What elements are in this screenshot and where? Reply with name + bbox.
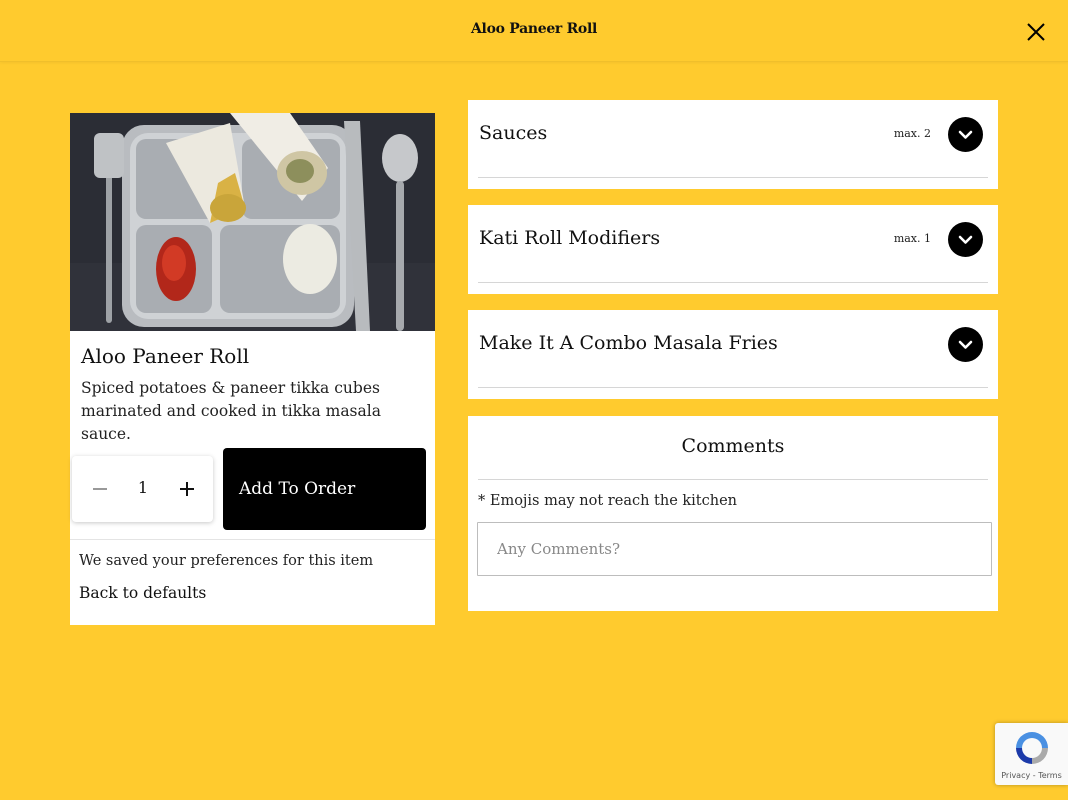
chevron-down-icon[interactable] xyxy=(948,327,983,362)
divider xyxy=(478,387,988,388)
modifier-max: max. 1 xyxy=(893,232,931,245)
modifier-title: Make It A Combo Masala Fries xyxy=(479,332,778,354)
top-bar: Aloo Paneer Roll xyxy=(0,0,1068,62)
modifier-max: max. 2 xyxy=(893,127,931,140)
recaptcha-icon xyxy=(1013,729,1051,767)
item-card: Aloo Paneer Roll Spiced potatoes & panee… xyxy=(70,113,435,625)
recaptcha-links[interactable]: Privacy - Terms xyxy=(995,771,1068,780)
modifier-combo-fries[interactable]: Make It A Combo Masala Fries xyxy=(468,310,998,399)
modifier-title: Kati Roll Modifiers xyxy=(479,227,661,249)
item-photo xyxy=(70,113,435,331)
page-title: Aloo Paneer Roll xyxy=(470,21,597,37)
item-name: Aloo Paneer Roll xyxy=(81,344,250,368)
divider xyxy=(478,177,988,178)
minus-icon[interactable] xyxy=(89,478,111,500)
add-to-order-button[interactable]: Add To Order xyxy=(223,448,426,530)
back-to-defaults-link[interactable]: Back to defaults xyxy=(79,584,206,602)
divider xyxy=(70,539,435,540)
chevron-down-icon[interactable] xyxy=(948,222,983,257)
chevron-down-icon[interactable] xyxy=(948,117,983,152)
modifier-title: Sauces xyxy=(479,122,548,144)
divider xyxy=(478,282,988,283)
comments-panel: Comments * Emojis may not reach the kitc… xyxy=(468,416,998,611)
quantity-stepper: 1 xyxy=(72,456,213,522)
emoji-note: * Emojis may not reach the kitchen xyxy=(478,493,738,509)
comments-title: Comments xyxy=(681,435,785,457)
modifier-sauces[interactable]: Sauces max. 2 xyxy=(468,100,998,189)
recaptcha-badge[interactable]: Privacy - Terms xyxy=(995,723,1068,785)
quantity-value: 1 xyxy=(137,478,149,497)
saved-preferences-text: We saved your preferences for this item xyxy=(79,553,374,569)
close-icon[interactable] xyxy=(1024,20,1048,44)
modifier-kati-roll[interactable]: Kati Roll Modifiers max. 1 xyxy=(468,205,998,294)
plus-icon[interactable] xyxy=(176,478,198,500)
item-description: Spiced potatoes & paneer tikka cubes mar… xyxy=(81,379,381,443)
comments-input[interactable] xyxy=(477,522,992,576)
divider xyxy=(478,479,988,480)
